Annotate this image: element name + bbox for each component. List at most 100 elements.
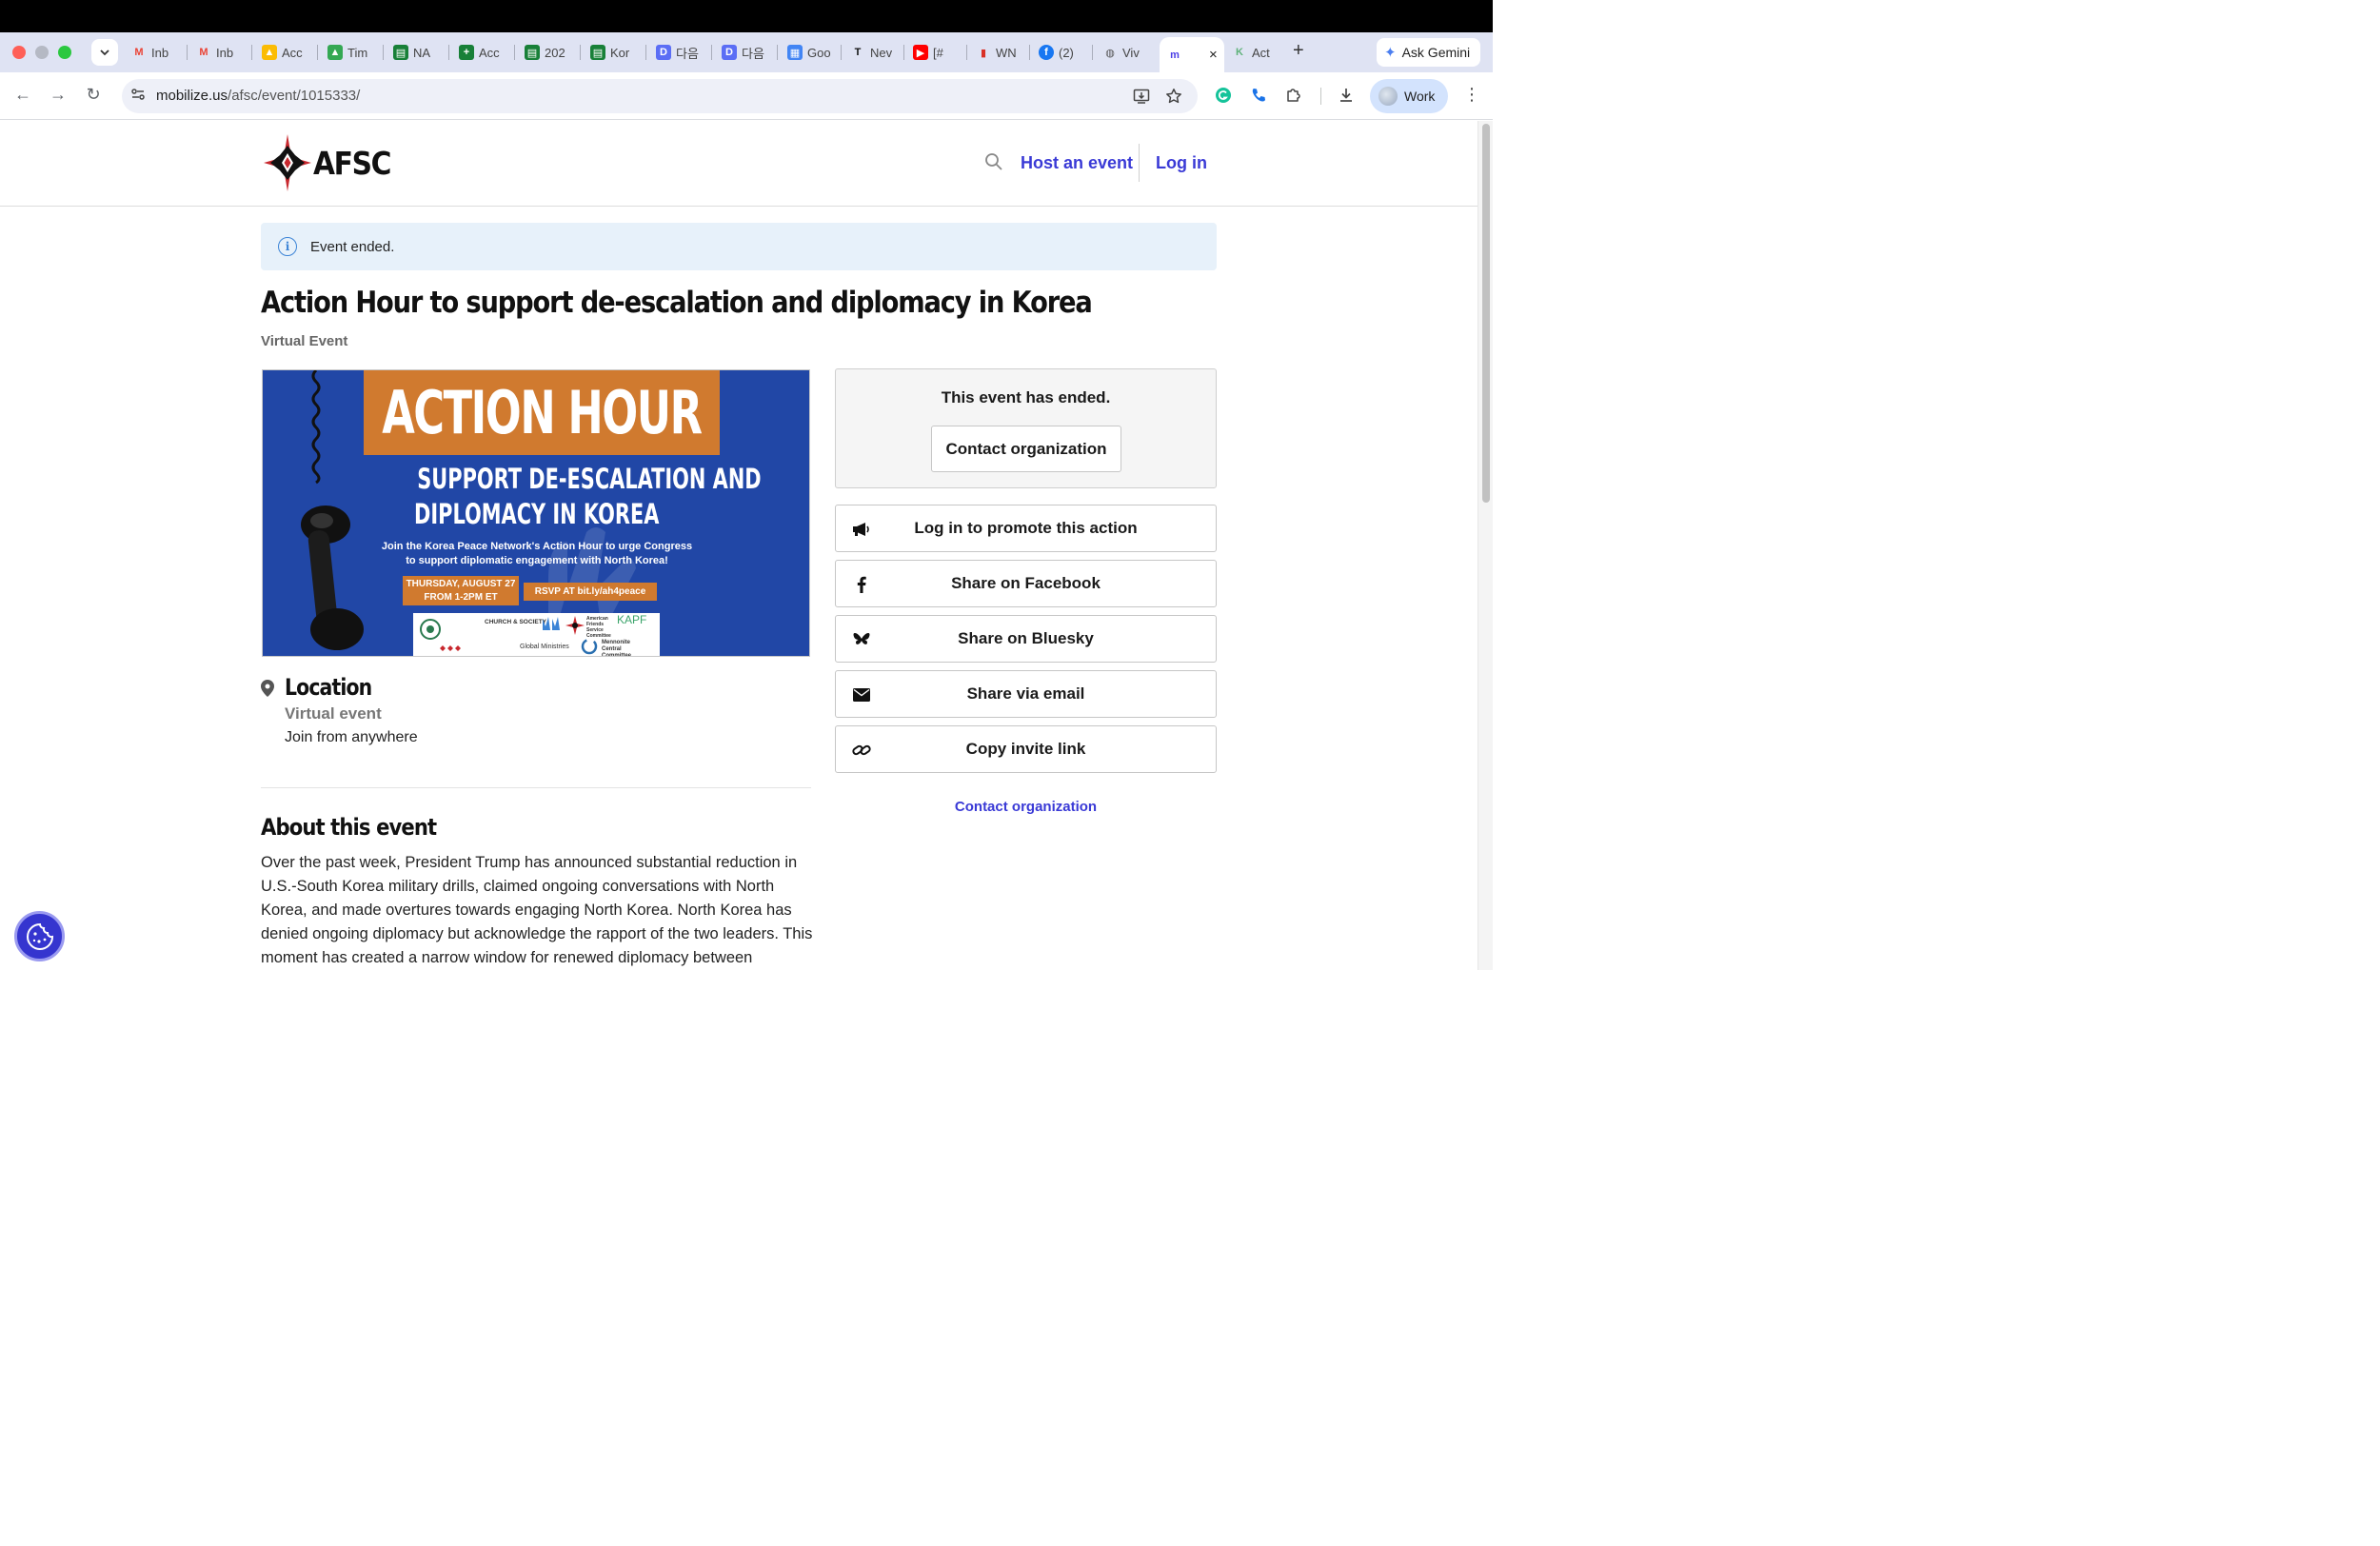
browser-tab[interactable]: D 다음 — [714, 37, 777, 68]
daum-icon: D — [722, 45, 737, 60]
browser-toolbar: ← → ↻ mobilize.us/afsc/event/1015333/ Wo… — [0, 72, 1493, 120]
browser-tab[interactable]: K Act — [1224, 37, 1287, 68]
location-details: Join from anywhere — [285, 729, 418, 745]
browser-tab[interactable]: ▤ Kor — [583, 37, 645, 68]
gmail-icon: M — [134, 47, 144, 58]
tab-separator — [251, 45, 252, 60]
gemini-sparkle-icon: ✦ — [1384, 45, 1397, 61]
section-divider — [261, 787, 811, 788]
close-tab-icon[interactable]: × — [1209, 47, 1218, 63]
forward-button[interactable]: → — [47, 85, 69, 105]
event-ended-card: This event has ended. Contact organizati… — [835, 368, 1217, 488]
profile-button[interactable]: Work — [1370, 79, 1448, 113]
reload-button[interactable]: ↻ — [82, 85, 105, 105]
flyer-rsvp-badge: RSVP AT bit.ly/ah4peace — [524, 583, 657, 601]
share-bluesky-button[interactable]: Share on Bluesky — [835, 615, 1217, 663]
browser-tab[interactable]: ▶ [# — [905, 37, 966, 68]
cookie-settings-button[interactable] — [14, 911, 65, 961]
browser-tab[interactable]: ▮ WN — [968, 37, 1029, 68]
address-bar[interactable]: mobilize.us/afsc/event/1015333/ — [122, 79, 1198, 113]
location-pin-icon — [261, 680, 274, 697]
google-sheets-plus-icon: + — [459, 45, 474, 60]
chevron-down-icon — [100, 50, 109, 56]
event-flyer-image: ACTION HOUR SUPPORT DE-ESCALATION AND DI… — [262, 369, 810, 657]
window-close-button[interactable] — [12, 46, 26, 59]
browser-tab-label: 다음 — [742, 46, 764, 61]
grammarly-extension-icon[interactable] — [1215, 87, 1232, 109]
install-app-icon[interactable] — [1133, 88, 1150, 109]
browser-tab[interactable]: ▲ Acc — [254, 37, 317, 68]
afsc-logo[interactable]: AFSC — [264, 134, 399, 191]
browser-tab[interactable]: ▤ NA — [386, 37, 448, 68]
promote-action-button[interactable]: Log in to promote this action — [835, 505, 1217, 552]
browser-tab-label: Kor — [610, 45, 630, 60]
copy-invite-link-button[interactable]: Copy invite link — [835, 725, 1217, 773]
log-in-link[interactable]: Log in — [1156, 153, 1207, 173]
browser-menu-icon[interactable]: ⋮ — [1463, 85, 1480, 105]
browser-tab[interactable]: f (2) — [1031, 37, 1092, 68]
browser-tab[interactable]: ◍ Viv — [1095, 37, 1158, 68]
flyer-subheadline: SUPPORT DE-ESCALATION AND DIPLOMACY IN K… — [350, 462, 761, 532]
scrollbar-thumb[interactable] — [1482, 124, 1490, 503]
flyer-body-line-1: Join the Korea Peace Network's Action Ho… — [381, 541, 693, 552]
share-email-button[interactable]: Share via email — [835, 670, 1217, 718]
contact-organization-link[interactable]: Contact organization — [835, 799, 1217, 815]
window-zoom-button[interactable] — [58, 46, 71, 59]
url-path: /afsc/event/1015333/ — [228, 88, 361, 104]
search-icon[interactable] — [984, 152, 1003, 176]
new-tab-button[interactable]: + — [1293, 40, 1304, 62]
afsc-star-logo-icon — [264, 134, 311, 191]
promote-action-label: Log in to promote this action — [914, 519, 1138, 537]
share-facebook-button[interactable]: Share on Facebook — [835, 560, 1217, 607]
flyer-sponsor-logos: CHURCH & SOCIETY Global Ministries Ameri… — [413, 613, 660, 656]
browser-tab[interactable]: + Acc — [451, 37, 514, 68]
sponsor-global-ministries: Global Ministries — [520, 644, 569, 650]
google-sheets-icon: ▤ — [590, 45, 605, 60]
window-minimize-button[interactable] — [35, 46, 49, 59]
browser-tab-label: Acc — [479, 45, 500, 60]
phone-extension-icon[interactable] — [1250, 87, 1267, 109]
host-an-event-link[interactable]: Host an event — [1021, 153, 1133, 173]
about-description: Over the past week, President Trump has … — [261, 854, 813, 966]
browser-tab-label: Nev — [870, 45, 893, 60]
peace-hands-icon — [543, 617, 560, 630]
browser-tab[interactable]: D 다음 — [648, 37, 711, 68]
downloads-icon[interactable] — [1338, 87, 1355, 109]
browser-tab[interactable]: ▤ 202 — [517, 37, 580, 68]
mobilize-icon: m — [1170, 49, 1180, 61]
tab-separator — [580, 45, 581, 60]
info-icon: i — [278, 237, 297, 256]
tab-search-button[interactable] — [91, 39, 118, 66]
tab-separator — [383, 45, 384, 60]
tab-separator — [1029, 45, 1030, 60]
browser-tab[interactable]: M Inb — [124, 37, 187, 68]
macos-menu-bar — [0, 0, 1493, 32]
extensions-puzzle-icon[interactable] — [1285, 87, 1302, 109]
contact-organization-button[interactable]: Contact organization — [931, 426, 1121, 472]
browser-tab-label: (2) — [1059, 45, 1074, 60]
location-type: Virtual event — [285, 704, 382, 723]
site-header: AFSC Host an event Log in — [0, 121, 1478, 207]
browser-tab[interactable]: M Inb — [188, 37, 251, 68]
browser-tab-label: Acc — [282, 45, 303, 60]
youtube-icon: ▶ — [913, 45, 928, 60]
tab-separator — [514, 45, 515, 60]
flyer-date-badge: THURSDAY, AUGUST 27 FROM 1-2PM ET — [403, 576, 519, 605]
share-facebook-label: Share on Facebook — [951, 574, 1101, 592]
browser-tab-label: Inb — [216, 45, 234, 60]
page-scrollbar[interactable] — [1478, 121, 1493, 970]
bookmark-star-icon[interactable] — [1165, 88, 1182, 109]
mcc-logo-icon — [581, 638, 598, 655]
back-button[interactable]: ← — [11, 85, 34, 105]
browser-tab-label: NA — [413, 45, 431, 60]
google-drive-icon: ▲ — [327, 45, 343, 60]
browser-tab[interactable]: m × — [1160, 37, 1224, 72]
ask-gemini-button[interactable]: ✦ Ask Gemini — [1377, 38, 1481, 67]
browser-tab-strip: M Inb M Inb ▲ Acc ▲ Tim ▤ NA + Acc ▤ 202 ▤ Kor D 다음 D 다음 ▦ Go… — [0, 32, 1493, 72]
browser-tab[interactable]: T Nev — [843, 37, 903, 68]
google-drive-icon: ▲ — [262, 45, 277, 60]
site-settings-icon[interactable] — [130, 87, 146, 105]
browser-tab[interactable]: ▦ Goo — [780, 37, 841, 68]
browser-tab[interactable]: ▲ Tim — [320, 37, 383, 68]
tab-separator — [1092, 45, 1093, 60]
